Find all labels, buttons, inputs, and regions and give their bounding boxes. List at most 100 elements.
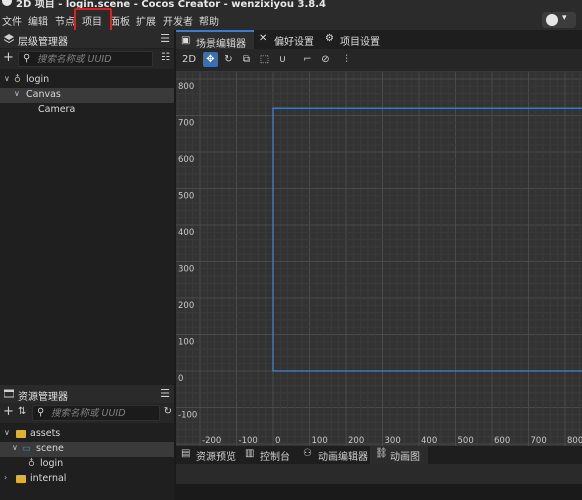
tab-label: 控制台 — [260, 452, 290, 463]
pivot-icon[interactable]: ⊘ — [318, 52, 333, 67]
animation-graph-icon: ⛓ — [375, 448, 388, 459]
scene-grid[interactable]: 8007006005004003002001000-100-200-200-10… — [176, 71, 582, 446]
y-tick-label: 100 — [178, 338, 194, 348]
account-menu-button[interactable]: ▾ — [542, 12, 576, 28]
scale-tool-icon[interactable]: ⧉ — [239, 52, 254, 67]
x-tick-label: 100 — [312, 436, 328, 446]
tab-label: 动画编辑器 — [318, 452, 368, 463]
menu-developer[interactable]: 开发者 — [163, 13, 193, 28]
bottom-tab-bar: ▤ 资源预览 ▥ 控制台 ⚇ 动画编辑器 ⛓ 动画图 — [176, 446, 582, 464]
y-tick-label: 200 — [178, 301, 194, 311]
search-icon: ⚲ — [37, 407, 45, 418]
tree-node-internal[interactable]: › internal — [0, 472, 174, 487]
move-tool-icon[interactable]: ✥ — [203, 52, 218, 67]
assets-search[interactable]: ⚲ — [32, 405, 171, 421]
assets-menu-icon[interactable]: ☰ — [160, 387, 170, 400]
chevron-right-icon[interactable]: › — [4, 473, 7, 482]
layers-icon — [4, 34, 14, 43]
hierarchy-search-input[interactable] — [37, 52, 157, 66]
tab-label: 项目设置 — [340, 37, 380, 48]
y-tick-label: 700 — [178, 119, 194, 129]
sort-icon[interactable]: ⇅ — [18, 406, 26, 417]
assets-panel-header: 资源管理器 ☰ — [0, 385, 174, 403]
chevron-down-icon[interactable]: ∨ — [4, 74, 10, 83]
x-tick-label: 700 — [531, 436, 547, 446]
gear-icon: ⚙ — [325, 33, 334, 44]
menu-extension[interactable]: 扩展 — [136, 13, 156, 28]
scene-viewport[interactable]: 8007006005004003002001000-100-200-200-10… — [176, 71, 582, 446]
tree-node-label: scene — [36, 443, 64, 454]
tab-preferences[interactable]: ✕ 偏好设置 — [254, 30, 320, 49]
y-tick-label: -100 — [178, 411, 197, 421]
tree-node-label: internal — [30, 473, 67, 484]
hierarchy-filter-icon[interactable]: ☷ — [161, 52, 170, 63]
animation-editor-icon: ⚇ — [303, 448, 312, 459]
menu-node[interactable]: 节点 — [55, 13, 75, 28]
scene-flame-icon: ♁ — [28, 458, 35, 469]
menu-file[interactable]: 文件 — [2, 13, 22, 28]
tree-node-assets[interactable]: ∨ assets — [0, 427, 174, 442]
tree-node-login[interactable]: ∨ ♁ login — [0, 73, 174, 88]
tree-node-canvas[interactable]: ∨ Canvas — [0, 88, 174, 103]
add-asset-button[interactable]: + — [3, 405, 14, 419]
chevron-down-icon[interactable]: ∨ — [12, 443, 18, 452]
rotate-tool-icon[interactable]: ↻ — [221, 52, 236, 67]
hierarchy-title: 层级管理器 — [18, 37, 68, 48]
tab-animation-editor[interactable]: ⚇ 动画编辑器 — [298, 446, 370, 464]
x-tick-label: 200 — [348, 436, 364, 446]
y-tick-label: 800 — [178, 82, 194, 92]
scene-toolbar: 2D ✥ ↻ ⧉ ⬚ ∪ ⌐ ⊘ ⫶ — [176, 49, 582, 71]
tree-node-scene-folder[interactable]: ∨ ▭ scene — [0, 442, 174, 457]
rect-tool-icon[interactable]: ⬚ — [257, 52, 272, 67]
x-tick-label: 500 — [458, 436, 474, 446]
search-icon: ⚲ — [23, 53, 31, 64]
tab-console[interactable]: ▥ 控制台 — [240, 446, 298, 464]
y-tick-label: 0 — [178, 374, 183, 384]
tree-node-camera[interactable]: Camera — [0, 103, 174, 118]
app-logo-icon — [2, 0, 12, 6]
tab-label: 资源预览 — [196, 452, 236, 463]
scene-tab-bar: ▣ 场景编辑器 ✕ 偏好设置 ⚙ 项目设置 — [176, 30, 582, 50]
tree-node-label: Camera — [38, 104, 76, 115]
scene-icon: ▣ — [181, 35, 191, 46]
assets-search-input[interactable] — [51, 406, 171, 420]
hierarchy-search[interactable]: ⚲ — [18, 51, 157, 67]
tab-project-settings[interactable]: ⚙ 项目设置 — [320, 30, 384, 49]
tab-label: 场景编辑器 — [196, 39, 246, 50]
x-tick-label: -200 — [202, 436, 221, 446]
db-icon — [16, 430, 26, 441]
assets-panel-icon — [4, 389, 14, 398]
anchor-icon[interactable]: ⌐ — [300, 52, 315, 67]
x-tick-label: 800 — [567, 436, 582, 446]
chevron-down-icon[interactable]: ∨ — [4, 428, 10, 437]
menu-help[interactable]: 帮助 — [199, 13, 219, 28]
x-tick-label: 400 — [421, 436, 437, 446]
chevron-down-icon: ▾ — [562, 13, 567, 23]
tab-animation-graph[interactable]: ⛓ 动画图 — [370, 446, 428, 464]
x-tick-label: 0 — [275, 436, 280, 446]
tree-node-login-scene[interactable]: ♁ login — [0, 457, 174, 472]
hierarchy-toolbar: + ⚲ ☷ — [0, 49, 174, 69]
add-node-button[interactable]: + — [3, 51, 14, 65]
db-icon — [16, 475, 26, 486]
y-tick-label: 500 — [178, 192, 194, 202]
2d-mode-button[interactable]: 2D — [180, 52, 198, 67]
menu-edit[interactable]: 编辑 — [28, 13, 48, 28]
folder-icon: ▭ — [22, 443, 31, 454]
y-tick-label: 400 — [178, 228, 194, 238]
hierarchy-panel-header: 层级管理器 ☰ — [0, 30, 174, 48]
animation-graph-panel — [176, 464, 582, 500]
tab-asset-preview[interactable]: ▤ 资源预览 — [176, 446, 240, 464]
tab-label: 偏好设置 — [274, 37, 314, 48]
scene-flame-icon: ♁ — [14, 74, 21, 85]
assets-title: 资源管理器 — [18, 392, 68, 403]
window-title: 2D 项目 - login.scene - Cocos Creator - we… — [16, 0, 326, 10]
refresh-icon[interactable]: ↻ — [164, 406, 172, 417]
magnet-icon[interactable]: ∪ — [275, 52, 290, 67]
tab-scene-editor[interactable]: ▣ 场景编辑器 — [176, 30, 254, 50]
tree-node-label: login — [26, 74, 50, 85]
menu-panel[interactable]: 面板 — [110, 13, 130, 28]
chevron-down-icon[interactable]: ∨ — [14, 89, 20, 98]
hierarchy-menu-icon[interactable]: ☰ — [160, 32, 170, 45]
align-icon[interactable]: ⫶ — [339, 52, 354, 67]
